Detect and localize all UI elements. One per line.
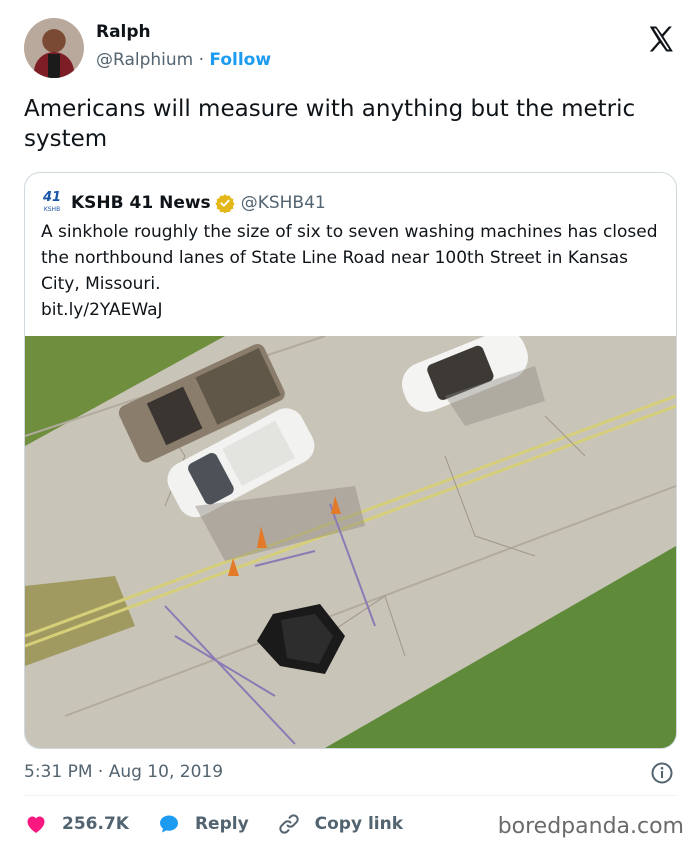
tweet-header: Ralph @Ralphium · Follow (24, 18, 676, 80)
quoted-tweet[interactable]: 41 KSHB KSHB 41 News @KSHB41 A sinkhole … (24, 172, 677, 749)
avatar-shirt (48, 54, 60, 78)
tweet-timestamp[interactable]: 5:31 PM · Aug 10, 2019 (24, 762, 223, 782)
x-logo-icon[interactable] (646, 24, 676, 54)
quoted-tweet-header: 41 KSHB KSHB 41 News @KSHB41 (41, 190, 326, 215)
quoted-author-handle[interactable]: @KSHB41 (241, 193, 326, 213)
link-icon (278, 814, 299, 834)
sinkhole-aerial-photo[interactable] (25, 336, 676, 748)
quoted-author-name[interactable]: KSHB 41 News (71, 193, 211, 213)
copy-link-button[interactable]: Copy link (277, 812, 403, 836)
separator-dot: · (198, 50, 205, 70)
author-handle[interactable]: @Ralphium (96, 50, 193, 70)
avatar[interactable] (24, 18, 84, 78)
like-count: 256.7K (62, 814, 129, 834)
author-name[interactable]: Ralph (96, 22, 151, 42)
divider (24, 795, 676, 796)
tweet-text: Americans will measure with anything but… (24, 96, 636, 152)
kshb-logo: 41 KSHB (41, 190, 63, 214)
info-icon[interactable] (650, 761, 674, 785)
action-bar: 256.7K Reply Copy link (24, 810, 431, 838)
quoted-tweet-text: A sinkhole roughly the size of six to se… (41, 222, 658, 294)
verified-badge-icon (215, 194, 235, 213)
heart-icon (27, 816, 45, 833)
like-button[interactable]: 256.7K (24, 812, 129, 836)
quoted-tweet-link[interactable]: bit.ly/2YAEWaJ (41, 297, 163, 323)
watermark: boredpanda.com (497, 814, 684, 839)
reply-label: Reply (194, 814, 249, 834)
follow-button[interactable]: Follow (209, 50, 271, 70)
kshb-logo-number: 41 (42, 190, 62, 205)
reply-button[interactable]: Reply (157, 812, 249, 836)
author-handle-row: @Ralphium · Follow (96, 50, 271, 70)
kshb-logo-sub: KSHB (43, 206, 61, 213)
reply-bubble-icon (159, 815, 178, 833)
copy-link-label: Copy link (314, 814, 404, 834)
